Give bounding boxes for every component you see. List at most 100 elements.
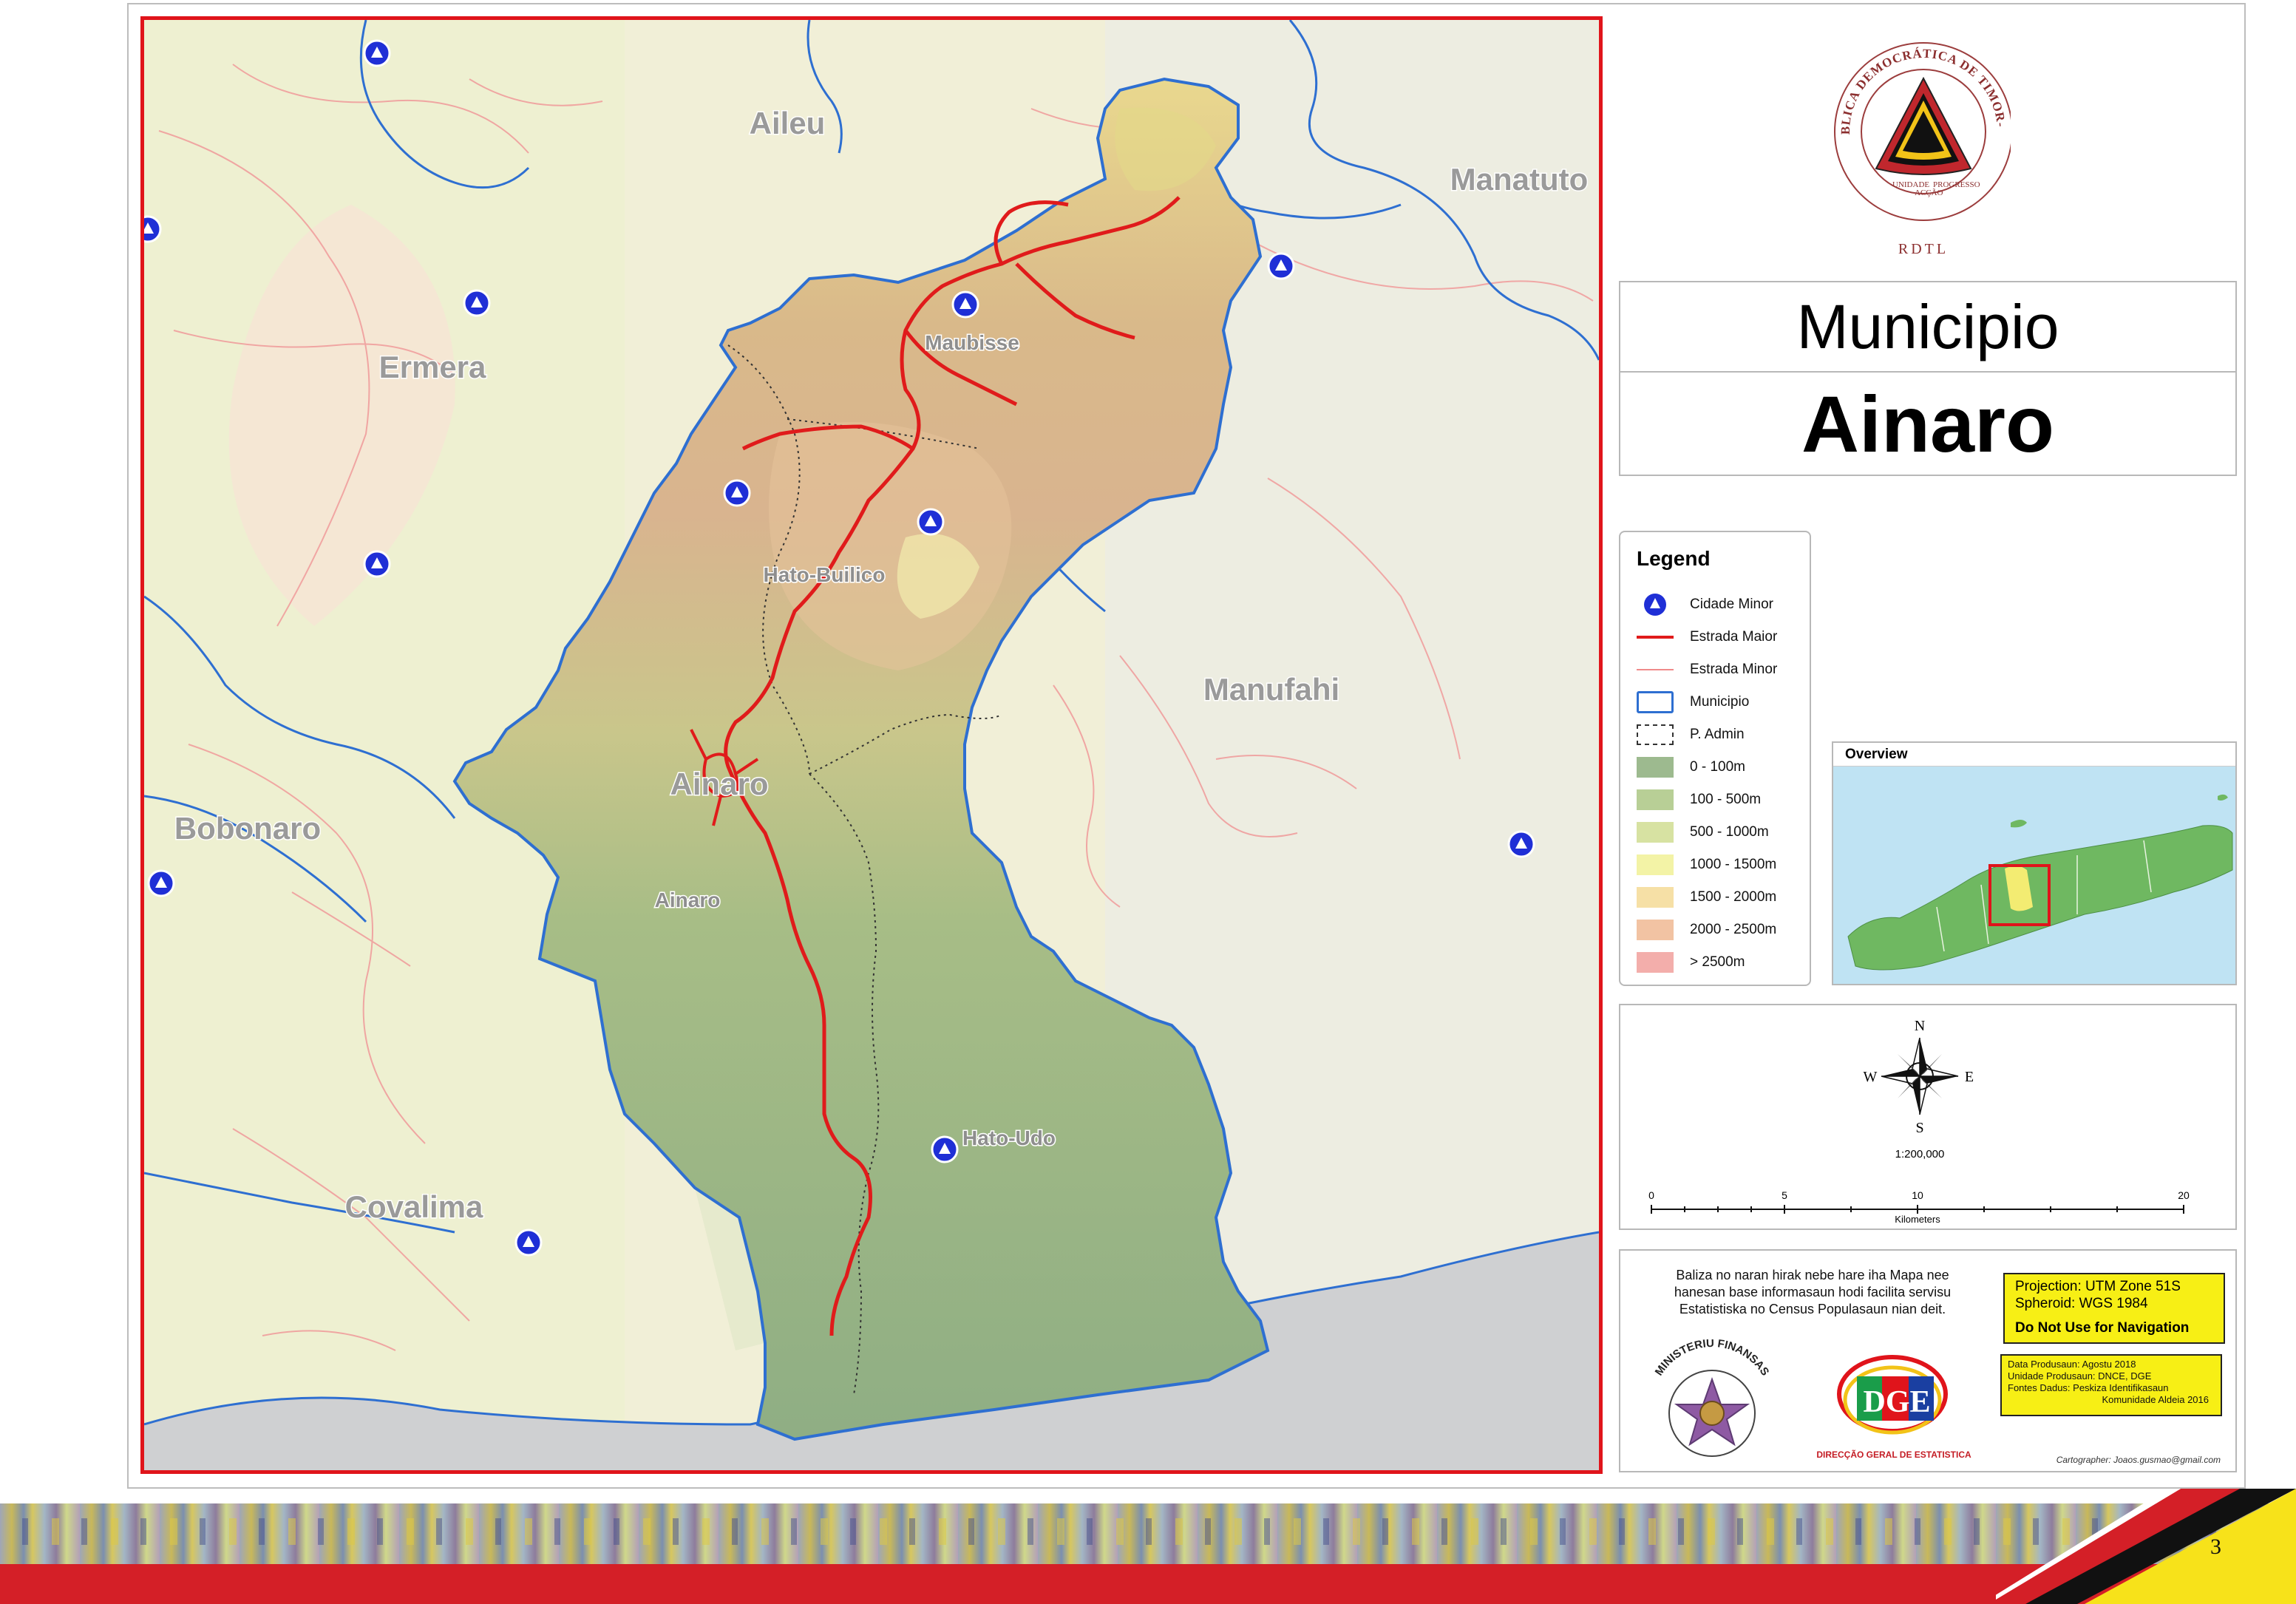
legend-label: Estrada Maior: [1690, 629, 1778, 645]
cartographer-credit: Cartographer: Joaos.gusmao@gmail.com: [2056, 1455, 2221, 1465]
elevation-swatch: [1637, 854, 1674, 875]
rdtl-seal-graphic: REPÚBLICA DEMOCRÁTICA DE TIMOR-LESTE UNI…: [1821, 10, 2013, 257]
legend-label: Municipio: [1690, 694, 1750, 710]
elevation-swatch: [1637, 757, 1674, 778]
ministry-finance-logo: MINISTERIU FINANSAS: [1653, 1339, 1772, 1457]
legend-item-elev-1: 100 - 500m: [1637, 785, 1761, 815]
disclaimer-line: Estatistiska no Census Populasaun nian d…: [1679, 1302, 1946, 1316]
rdtl-seal: REPÚBLICA DEMOCRÁTICA DE TIMOR-LESTE UNI…: [1821, 10, 2013, 257]
city-icon: [144, 215, 162, 243]
svg-text:MINISTERIU FINANSAS: MINISTERIU FINANSAS: [1653, 1339, 1772, 1378]
flag-corner-decoration: [1996, 1489, 2296, 1604]
seal-text-right: PROGRESSO: [1933, 180, 1980, 189]
dge-logo: DGE DIRECÇÃO GERAL DE ESTATISTICA: [1816, 1355, 1971, 1460]
compass-s: S: [1915, 1120, 1923, 1136]
major-road-line: [1637, 628, 1674, 647]
scale-unit: Kilometers: [1895, 1214, 1940, 1225]
legend-item-city: Cidade Minor: [1637, 590, 1773, 619]
label-hato-builico: Hato-Builico: [764, 563, 886, 586]
legend-title: Legend: [1637, 547, 1711, 570]
seal-text-mid: ACÇÃO: [1915, 188, 1943, 197]
map-canvas: Aileu Manatuto Ermera Manufahi Bobonaro …: [144, 20, 1599, 1470]
disclaimer-line: hanesan base informasaun hodi facilita s…: [1674, 1285, 1952, 1299]
legend-label: 0 - 100m: [1690, 759, 1745, 775]
data-sources: Fontes Dadus: Peskiza Identifikasaun: [2008, 1382, 2169, 1393]
svg-text:DGE: DGE: [1863, 1385, 1930, 1419]
scale-tick-5: 5: [1782, 1189, 1787, 1201]
city-icon: [463, 289, 491, 317]
spheroid-text: Spheroid: WGS 1984: [2015, 1296, 2148, 1311]
city-icon: [951, 290, 979, 319]
legend-item-elev-2: 500 - 1000m: [1637, 818, 1769, 847]
legend-label: Cidade Minor: [1690, 597, 1773, 612]
title-name: Ainaro: [1801, 378, 2055, 469]
legend-item-elev-4: 1500 - 2000m: [1637, 883, 1776, 912]
production-box: Data Produsaun: Agostu 2018 Unidade Prod…: [2000, 1354, 2222, 1416]
map-panel: Aileu Manatuto Ermera Manufahi Bobonaro …: [140, 16, 1603, 1474]
label-maubisse: Maubisse: [925, 331, 1019, 354]
overview-panel: Overview: [1832, 741, 2237, 985]
label-aileu: Aileu: [750, 106, 826, 140]
scale-tick-10: 10: [1912, 1189, 1923, 1201]
data-sources-2: Komunidade Aldeia 2016: [2102, 1394, 2209, 1405]
label-hato-udo: Hato-Udo: [962, 1126, 1056, 1149]
production-unit: Unidade Produsaun: DNCE, DGE: [2008, 1370, 2152, 1382]
city-icon: [917, 508, 945, 536]
legend-label: Estrada Minor: [1690, 662, 1778, 677]
legend-item-minor-road: Estrada Minor: [1637, 655, 1777, 684]
compass-scale-panel: N S E W 1:200,000 0 5 10 20 Kilometers: [1619, 1004, 2237, 1230]
projection-box: Projection: UTM Zone 51S Spheroid: WGS 1…: [2003, 1273, 2225, 1344]
city-icon: [1637, 594, 1674, 616]
legend-label: 1500 - 2000m: [1690, 889, 1777, 905]
compass-scale-graphic: N S E W 1:200,000 0 5 10 20 Kilometers: [1648, 1018, 2190, 1225]
ministry-name: MINISTERIU FINANSAS: [1653, 1339, 1772, 1378]
legend-item-elev-0: 0 - 100m: [1637, 752, 1745, 782]
dge-name: DIRECÇÃO GERAL DE ESTATISTICA: [1816, 1449, 1971, 1460]
city-icon: [363, 550, 391, 578]
overview-title: Overview: [1833, 743, 2235, 767]
municipio-boundary: [1637, 691, 1674, 713]
label-bobonaro: Bobonaro: [174, 811, 321, 846]
minor-road-line: [1637, 660, 1674, 679]
label-ainaro-post: Ainaro: [655, 888, 721, 911]
compass-w: W: [1864, 1069, 1878, 1085]
scale-bar: [1651, 1205, 2184, 1214]
city-icon: [723, 479, 751, 507]
legend-label: 2000 - 2500m: [1690, 922, 1777, 937]
city-icon: [931, 1135, 959, 1163]
city-icon: [147, 869, 175, 897]
elevation-swatch: [1637, 822, 1674, 843]
seal-text-bottom: RDTL: [1898, 241, 1949, 257]
elevation-swatch: [1637, 887, 1674, 908]
legend-label: > 2500m: [1690, 954, 1745, 970]
production-date: Data Produsaun: Agostu 2018: [2008, 1359, 2136, 1370]
compass-n: N: [1915, 1018, 1925, 1034]
legend-label: 100 - 500m: [1690, 792, 1762, 807]
label-ainaro-municipio: Ainaro: [670, 767, 768, 801]
title-panel: Municipio Ainaro: [1619, 281, 2237, 476]
compass-e: E: [1965, 1069, 1974, 1085]
city-icon: [1267, 252, 1295, 280]
label-covalima: Covalima: [345, 1189, 483, 1224]
city-icon: [514, 1229, 543, 1257]
post-boundary: [1637, 724, 1674, 745]
elevation-swatch: [1637, 952, 1674, 973]
legend-label: 500 - 1000m: [1690, 824, 1769, 840]
legend-item-elev-5: 2000 - 2500m: [1637, 915, 1776, 945]
legend-item-municipio: Municipio: [1637, 687, 1749, 717]
compass-rose-icon: [1881, 1037, 1959, 1115]
disclaimer: Baliza no naran hirak nebe hare iha Mapa…: [1634, 1267, 1991, 1318]
city-icon: [1507, 830, 1535, 858]
scale-tick-0: 0: [1648, 1189, 1654, 1201]
elevation-swatch: [1637, 920, 1674, 940]
label-manatuto: Manatuto: [1450, 162, 1589, 197]
title-kind: Municipio: [1620, 282, 2235, 373]
page-number: 3: [2210, 1535, 2221, 1559]
legend-item-major-road: Estrada Maior: [1637, 622, 1777, 652]
legend-item-p-admin: P. Admin: [1637, 720, 1745, 750]
footer-red-band: [0, 1564, 2296, 1604]
disclaimer-line: Baliza no naran hirak nebe hare iha Mapa…: [1676, 1268, 1949, 1282]
label-manufahi: Manufahi: [1203, 672, 1339, 707]
city-icon: [363, 39, 391, 67]
projection-text: Projection: UTM Zone 51S: [2015, 1279, 2181, 1294]
